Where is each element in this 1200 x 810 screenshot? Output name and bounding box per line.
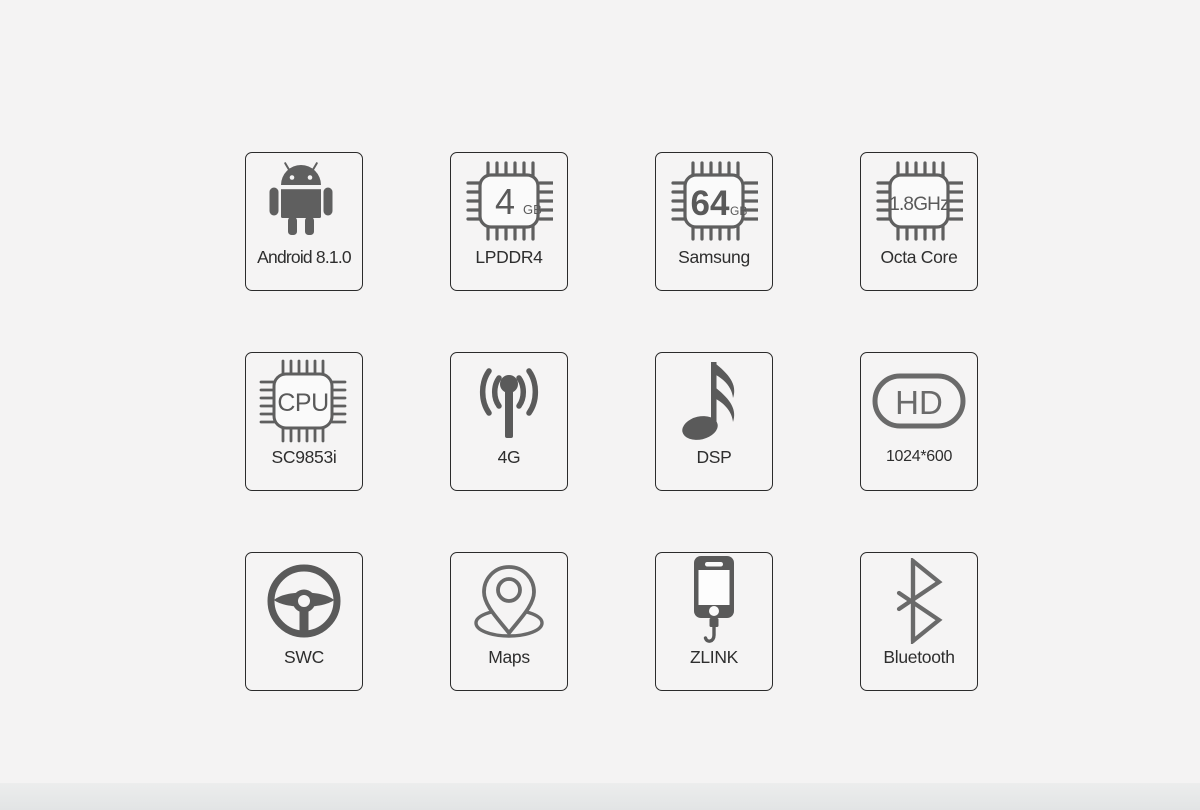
clockspeed-chip-icon: 1.8GHz [861, 153, 977, 249]
feature-label: DSP [696, 447, 732, 467]
feature-label: 1024*600 [885, 448, 953, 465]
feature-tile-samsung[interactable]: 64 GB Samsung [655, 152, 773, 291]
feature-tile-cpu[interactable]: CPU SC9853i [245, 352, 363, 491]
feature-tile-swc[interactable]: SWC [245, 552, 363, 691]
feature-tile-android[interactable]: Android 8.1.0 [245, 152, 363, 291]
feature-tile-bluetooth[interactable]: Bluetooth [860, 552, 978, 691]
android-robot-icon [246, 153, 362, 249]
feature-label: LPDDR4 [475, 247, 543, 267]
feature-tile-zlink[interactable]: ZLINK [655, 552, 773, 691]
feature-spec-page: Android 8.1.0 4 GB LPDDR4 64 GB Samsung … [0, 0, 1200, 810]
chip-value: HD [895, 384, 943, 421]
feature-label: ZLINK [689, 647, 739, 667]
hd-badge-icon: HD [861, 353, 977, 449]
feature-label: Bluetooth [883, 647, 955, 667]
feature-tile-4g[interactable]: 4G [450, 352, 568, 491]
feature-label: Octa Core [880, 247, 958, 267]
feature-tile-dsp[interactable]: DSP [655, 352, 773, 491]
feature-tile-lpddr4[interactable]: 4 GB LPDDR4 [450, 152, 568, 291]
antenna-signal-icon [451, 353, 567, 449]
feature-label: Samsung [678, 247, 750, 267]
steering-wheel-icon [246, 553, 362, 649]
chip-value: 64 [691, 184, 730, 223]
feature-tile-resolution[interactable]: HD 1024*600 [860, 352, 978, 491]
feature-grid: Android 8.1.0 4 GB LPDDR4 64 GB Samsung … [245, 152, 980, 691]
chip-value: 1.8GHz [889, 194, 949, 215]
feature-label: Android 8.1.0 [257, 247, 352, 267]
cpu-chip-icon: CPU [246, 353, 362, 449]
bottom-divider-band [0, 783, 1200, 810]
map-pin-icon [451, 553, 567, 649]
feature-label: SWC [284, 647, 324, 667]
chip-unit: GB [523, 202, 542, 217]
feature-label: 4G [497, 447, 521, 467]
bluetooth-icon [861, 553, 977, 649]
chip-value: CPU [277, 389, 328, 417]
phone-cable-icon [656, 553, 772, 649]
feature-label: SC9853i [271, 447, 337, 467]
storage-chip-icon: 64 GB [656, 153, 772, 249]
music-note-icon [656, 353, 772, 449]
feature-label: Maps [488, 647, 530, 667]
feature-tile-octacore[interactable]: 1.8GHz Octa Core [860, 152, 978, 291]
chip-value: 4 [495, 181, 515, 222]
feature-tile-maps[interactable]: Maps [450, 552, 568, 691]
chip-unit: GB [730, 204, 747, 218]
memory-chip-icon: 4 GB [451, 153, 567, 249]
